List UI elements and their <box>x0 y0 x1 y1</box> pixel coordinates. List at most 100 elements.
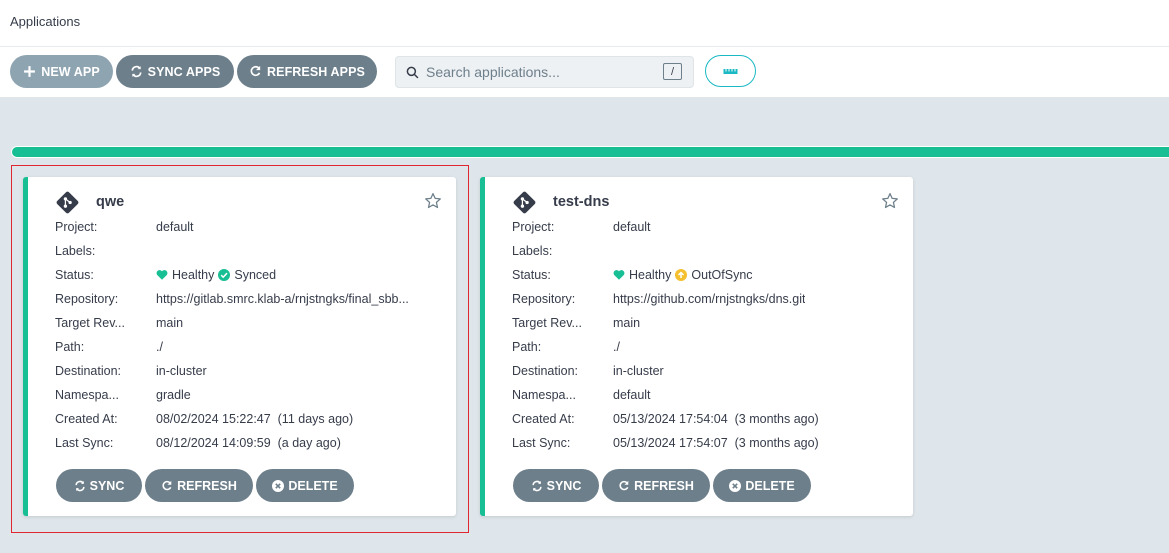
namespace-row: Namespa... gradle <box>55 388 445 406</box>
refresh-label: REFRESH <box>634 478 694 493</box>
search-box: / <box>395 56 694 88</box>
destination-label: Destination: <box>512 364 579 378</box>
created-at-label: Created At: <box>55 412 118 426</box>
refresh-icon <box>250 65 261 77</box>
sync-label: SYNC <box>546 478 582 493</box>
search-input[interactable] <box>426 62 646 82</box>
path-row: Path: ./ <box>512 340 902 358</box>
path-row: Path: ./ <box>55 340 445 358</box>
destination-label: Destination: <box>55 364 122 378</box>
status-row: Status: Healthy Synced <box>55 268 445 286</box>
ruler-icon <box>723 69 738 74</box>
repository-row: Repository: https://gitlab.smrc.klab-a/r… <box>55 292 445 310</box>
created-at-label: Created At: <box>512 412 575 426</box>
heart-icon <box>156 270 168 280</box>
app-name[interactable]: test-dns <box>553 194 609 210</box>
labels-row: Labels: <box>55 244 445 262</box>
sync-apps-button[interactable]: SYNC APPS <box>116 55 234 88</box>
repository-label: Repository: <box>512 292 576 306</box>
view-toggle-button[interactable] <box>705 55 756 87</box>
sync-icon <box>531 480 542 491</box>
target-rev-value: main <box>156 316 184 330</box>
times-circle-icon <box>272 479 285 492</box>
status-value: Healthy Synced <box>156 268 276 282</box>
labels-row: Labels: <box>512 244 902 262</box>
times-circle-icon <box>729 479 742 492</box>
status-row: Status: Healthy OutOfSync <box>512 268 902 286</box>
created-at-row: Created At: 05/13/2024 17:54:04 (3 month… <box>512 412 902 430</box>
path-value: ./ <box>613 340 620 354</box>
project-row: Project: default <box>55 220 445 238</box>
last-sync-value: 08/12/2024 14:09:59 (a day ago) <box>156 436 341 450</box>
sync-icon <box>131 65 142 78</box>
refresh-label: REFRESH <box>177 478 237 493</box>
refresh-icon <box>162 480 172 490</box>
arrow-circle-up-icon <box>675 269 688 281</box>
target-rev-label: Target Rev... <box>512 316 582 330</box>
refresh-button[interactable]: REFRESH <box>602 469 710 502</box>
project-value: default <box>156 220 194 234</box>
top-header: Applications <box>0 0 1169 47</box>
repository-link[interactable]: https://gitlab.smrc.klab-a/rnjstngks/fin… <box>156 292 409 306</box>
refresh-button[interactable]: REFRESH <box>145 469 253 502</box>
sync-button[interactable]: SYNC <box>513 469 599 502</box>
target-rev-label: Target Rev... <box>55 316 125 330</box>
app-card-test-dns[interactable]: test-dns Project: default Labels: Status… <box>480 177 913 516</box>
star-icon[interactable] <box>881 192 899 210</box>
delete-button[interactable]: DELETE <box>713 469 811 502</box>
refresh-apps-button[interactable]: REFRESH APPS <box>237 55 377 88</box>
sync-label: SYNC <box>89 478 125 493</box>
project-value: default <box>613 220 651 234</box>
app-name[interactable]: qwe <box>96 194 124 210</box>
new-app-button[interactable]: NEW APP <box>10 55 113 88</box>
star-icon[interactable] <box>424 192 442 210</box>
refresh-icon <box>619 480 629 490</box>
last-sync-value: 05/13/2024 17:54:07 (3 months ago) <box>613 436 819 450</box>
sync-icon <box>74 480 85 491</box>
namespace-row: Namespa... default <box>512 388 902 406</box>
destination-value: in-cluster <box>156 364 207 378</box>
created-at-value: 08/02/2024 15:22:47 (11 days ago) <box>156 412 354 426</box>
delete-label: DELETE <box>288 478 338 493</box>
created-at-row: Created At: 08/02/2024 15:22:47 (11 days… <box>55 412 445 430</box>
sync-status: Synced <box>234 268 277 282</box>
health-status: Healthy <box>172 268 215 282</box>
last-sync-row: Last Sync: 08/12/2024 14:09:59 (a day ag… <box>55 436 445 454</box>
status-value: Healthy OutOfSync <box>613 268 753 282</box>
page-title: Applications <box>10 14 81 29</box>
sync-button[interactable]: SYNC <box>56 469 142 502</box>
status-label: Status: <box>55 268 94 282</box>
namespace-value: gradle <box>156 388 191 402</box>
target-rev-row: Target Rev... main <box>55 316 445 334</box>
git-icon <box>56 191 79 214</box>
status-label: Status: <box>512 268 551 282</box>
repository-label: Repository: <box>55 292 119 306</box>
git-icon <box>513 191 536 214</box>
target-rev-value: main <box>613 316 641 330</box>
delete-button[interactable]: DELETE <box>256 469 354 502</box>
new-app-label: NEW APP <box>41 64 100 79</box>
destination-row: Destination: in-cluster <box>512 364 902 382</box>
path-label: Path: <box>55 340 85 354</box>
created-at-value: 05/13/2024 17:54:04 (3 months ago) <box>613 412 819 426</box>
app-card-qwe[interactable]: qwe Project: default Labels: Status: Hea… <box>23 177 456 516</box>
last-sync-row: Last Sync: 05/13/2024 17:54:07 (3 months… <box>512 436 902 454</box>
check-circle-icon <box>218 269 231 281</box>
path-label: Path: <box>512 340 542 354</box>
repository-row: Repository: https://github.com/rnjstngks… <box>512 292 902 310</box>
path-value: ./ <box>156 340 163 354</box>
project-label: Project: <box>512 220 555 234</box>
target-rev-row: Target Rev... main <box>512 316 902 334</box>
apps-status-bar <box>11 146 1169 158</box>
sync-status: OutOfSync <box>691 268 753 282</box>
search-shortcut-hint: / <box>663 63 682 80</box>
delete-label: DELETE <box>745 478 795 493</box>
sync-apps-label: SYNC APPS <box>147 64 221 79</box>
labels-label: Labels: <box>512 244 553 258</box>
heart-icon <box>613 270 625 280</box>
destination-row: Destination: in-cluster <box>55 364 445 382</box>
namespace-label: Namespa... <box>512 388 576 402</box>
repository-link[interactable]: https://github.com/rnjstngks/dns.git <box>613 292 805 306</box>
health-status: Healthy <box>629 268 672 282</box>
namespace-value: default <box>613 388 651 402</box>
